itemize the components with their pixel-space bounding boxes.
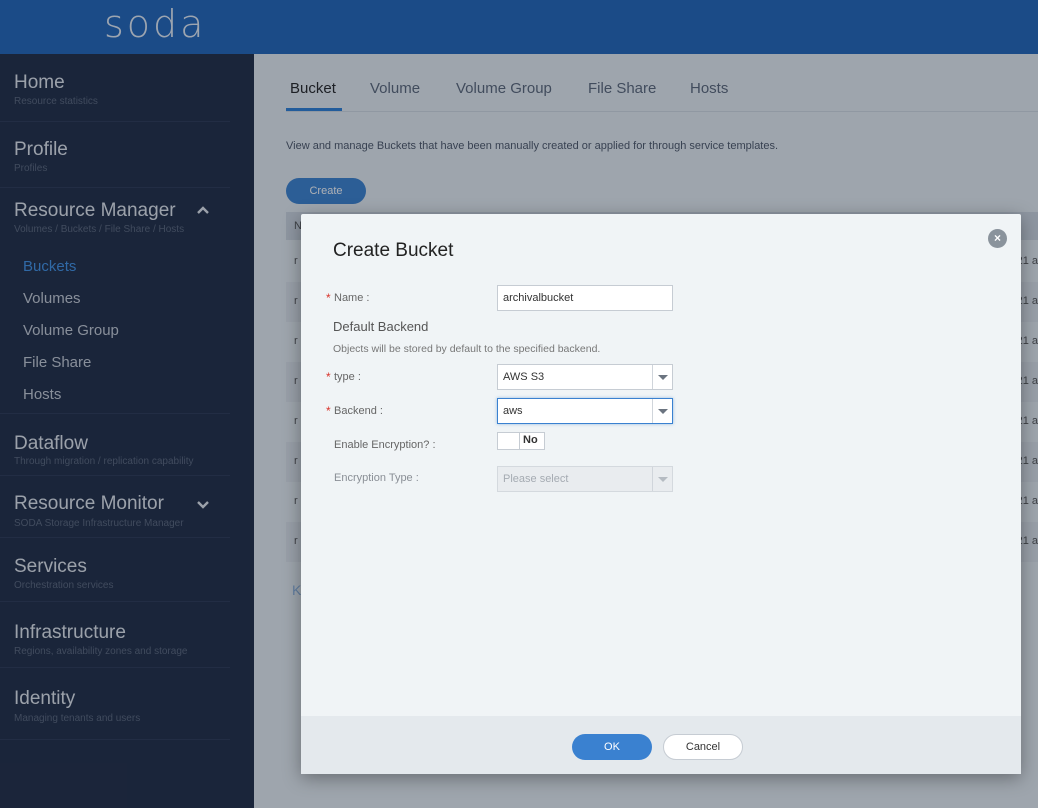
encryption-toggle[interactable]: No [497,432,545,450]
type-select-value: AWS S3 [503,371,545,383]
cancel-button[interactable]: Cancel [663,734,743,760]
dialog-title: Create Bucket [333,240,454,261]
toggle-state-label: No [523,434,538,446]
bucket-name-input[interactable]: archivalbucket [497,285,673,311]
required-marker: * [326,291,331,305]
required-marker: * [326,370,331,384]
encryption-type-select[interactable]: Please select [497,466,673,492]
chevron-down-icon[interactable] [652,399,672,423]
ok-button[interactable]: OK [572,734,652,760]
name-label-text: Name : [334,292,370,304]
close-icon[interactable]: × [988,229,1007,248]
encryption-type-placeholder: Please select [503,473,569,485]
default-backend-heading: Default Backend [333,319,429,334]
create-bucket-dialog: Create Bucket × * Name : archivalbucket … [301,214,1021,774]
dialog-footer: OK Cancel [301,716,1021,774]
encryption-label: Enable Encryption? : [334,439,436,451]
toggle-knob [498,433,520,449]
backend-label-text: Backend : [334,405,383,417]
type-select[interactable]: AWS S3 [497,364,673,390]
default-backend-note: Objects will be stored by default to the… [333,343,601,355]
type-label: * type : [326,370,361,384]
backend-select-value: aws [503,405,523,417]
chevron-down-icon[interactable] [652,365,672,389]
type-label-text: type : [334,371,361,383]
backend-select[interactable]: aws [497,398,673,424]
backend-label: * Backend : [326,404,383,418]
required-marker: * [326,404,331,418]
name-label: * Name : [326,291,370,305]
chevron-down-icon[interactable] [652,467,672,491]
encryption-type-label: Encryption Type : [334,472,419,484]
